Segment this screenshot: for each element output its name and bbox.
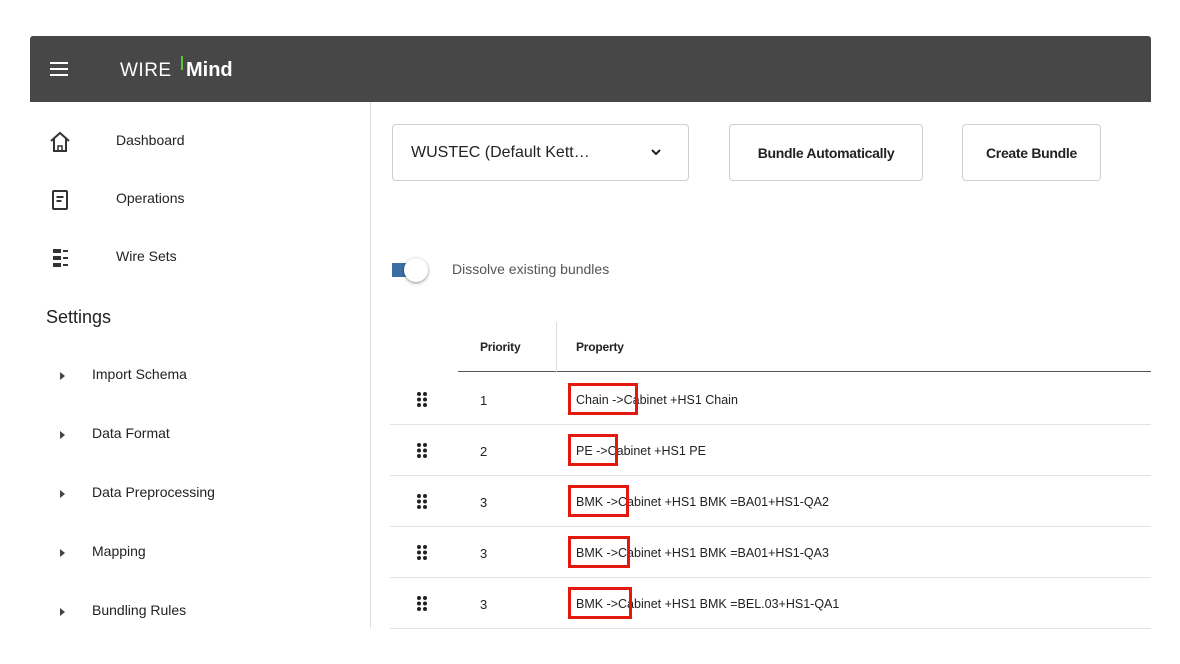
row-priority: 3: [480, 546, 488, 561]
logo-tick-mark: [181, 56, 183, 70]
row-priority: 1: [480, 393, 488, 408]
highlight-box: [568, 536, 630, 568]
settings-item-label: Import Schema: [92, 366, 187, 382]
drag-handle-icon[interactable]: [416, 544, 428, 561]
chevron-down-icon: [651, 149, 661, 156]
settings-heading: Settings: [46, 307, 112, 327]
caret-right-icon: [60, 431, 65, 439]
table-row[interactable]: 3 BMK ->Cabinet +HS1 BMK =BEL.03+HS1-QA1: [390, 578, 1151, 629]
row-property-value: Cabinet +HS1 BMK =BEL.03+HS1-QA1: [618, 597, 840, 611]
drag-handle-icon[interactable]: [416, 442, 428, 459]
column-divider: [556, 322, 557, 372]
schema-select[interactable]: WUSTEC (Default Kett…: [392, 124, 689, 181]
logo-mind-text: Mind: [186, 59, 233, 81]
row-property-value: Cabinet +HS1 BMK =BA01+HS1-QA2: [618, 495, 829, 509]
row-property-value: Cabinet +HS1 PE: [607, 444, 706, 458]
row-property-value: Cabinet +HS1 BMK =BA01+HS1-QA3: [618, 546, 829, 560]
drag-handle-icon[interactable]: [416, 391, 428, 408]
app-header: WIRE Mind: [30, 36, 1151, 102]
caret-right-icon: [60, 549, 65, 557]
table-header: Priority Property: [458, 322, 1151, 372]
home-icon: [50, 131, 70, 152]
row-priority: 2: [480, 444, 488, 459]
sidebar-item-operations[interactable]: Operations: [30, 180, 370, 220]
dissolve-bundles-toggle[interactable]: [390, 256, 434, 284]
settings-item-import-schema[interactable]: Import Schema: [30, 358, 370, 394]
caret-right-icon: [60, 608, 65, 616]
dissolve-bundles-label: Dissolve existing bundles: [452, 261, 610, 277]
sidebar-item-dashboard[interactable]: Dashboard: [30, 122, 370, 162]
highlight-box: [568, 485, 629, 517]
menu-icon[interactable]: [50, 62, 68, 76]
row-property-value: Cabinet +HS1 Chain: [623, 393, 738, 407]
column-header-property: Property: [576, 340, 624, 354]
highlight-box: [568, 434, 618, 466]
logo-wire-text: WIRE: [120, 60, 172, 81]
table-row[interactable]: 1 Chain ->Cabinet +HS1 Chain: [390, 374, 1151, 425]
settings-item-bundling-rules[interactable]: Bundling Rules: [30, 594, 370, 630]
toggle-knob: [404, 258, 428, 282]
sidebar-item-label: Wire Sets: [116, 248, 177, 264]
schema-select-value: WUSTEC (Default Kett…: [411, 144, 590, 161]
table-row[interactable]: 3 BMK ->Cabinet +HS1 BMK =BA01+HS1-QA3: [390, 527, 1151, 578]
sidebar-item-label: Dashboard: [116, 132, 185, 148]
row-priority: 3: [480, 495, 488, 510]
list-icon: [53, 249, 68, 267]
column-header-priority: Priority: [480, 340, 521, 354]
settings-item-data-preprocessing[interactable]: Data Preprocessing: [30, 476, 370, 512]
settings-item-label: Data Preprocessing: [92, 484, 215, 500]
drag-handle-icon[interactable]: [416, 595, 428, 612]
drag-handle-icon[interactable]: [416, 493, 428, 510]
settings-item-label: Bundling Rules: [92, 602, 187, 618]
sidebar-item-wire-sets[interactable]: Wire Sets: [30, 238, 370, 278]
settings-item-data-format[interactable]: Data Format: [30, 417, 370, 453]
row-priority: 3: [480, 597, 488, 612]
settings-item-label: Data Format: [92, 425, 170, 441]
highlight-box: [568, 383, 638, 415]
create-bundle-button[interactable]: Create Bundle: [962, 124, 1101, 181]
table-row[interactable]: 2 PE ->Cabinet +HS1 PE: [390, 425, 1151, 476]
table-row[interactable]: 3 BMK ->Cabinet +HS1 BMK =BA01+HS1-QA2: [390, 476, 1151, 527]
highlight-box: [568, 587, 632, 619]
document-icon: [52, 190, 68, 210]
settings-item-label: Mapping: [92, 543, 146, 559]
sidebar-item-label: Operations: [116, 190, 185, 206]
bundle-automatically-button[interactable]: Bundle Automatically: [729, 124, 923, 181]
caret-right-icon: [60, 372, 65, 380]
caret-right-icon: [60, 490, 65, 498]
settings-item-mapping[interactable]: Mapping: [30, 535, 370, 571]
sidebar: Dashboard Operations Wire Sets Settings …: [30, 102, 371, 628]
